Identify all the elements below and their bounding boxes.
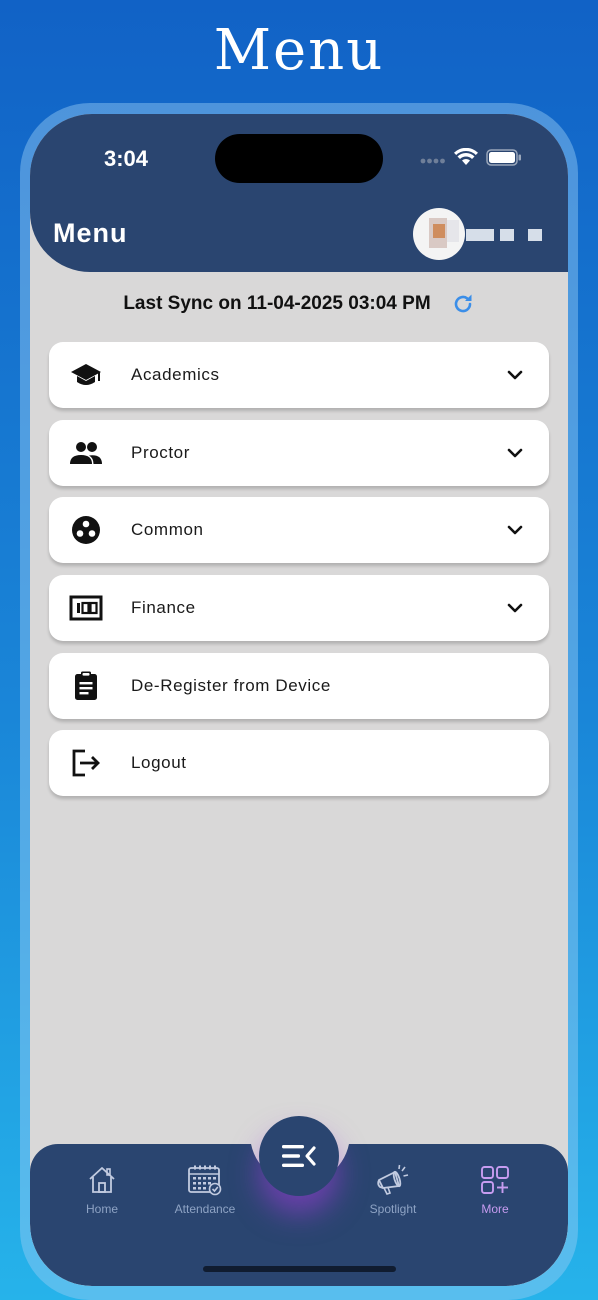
menu-list: Academics Proctor Common Finance De-Regi… <box>49 342 549 808</box>
circle-dots-icon <box>72 516 100 545</box>
page-heading: Menu <box>213 18 385 83</box>
menu-item-common[interactable]: Common <box>49 497 549 564</box>
chevron-down-icon[interactable] <box>505 365 525 385</box>
clipboard-icon <box>75 671 97 700</box>
menu-item-label: Finance <box>131 598 196 618</box>
nav-label: Spotlight <box>369 1202 417 1216</box>
menu-item-finance[interactable]: Finance <box>49 575 549 642</box>
nav-spotlight[interactable]: Spotlight <box>348 1164 438 1216</box>
dynamic-island <box>215 134 383 183</box>
menu-collapse-icon <box>282 1145 316 1167</box>
status-time: 3:04 <box>104 146 149 171</box>
chevron-down-icon[interactable] <box>505 520 525 540</box>
menu-item-label: Academics <box>131 365 220 384</box>
home-indicator <box>203 1266 396 1272</box>
blurred-user-name <box>466 229 494 241</box>
logout-icon <box>72 750 100 777</box>
chevron-down-icon[interactable] <box>505 443 525 463</box>
graduation-cap-icon <box>71 364 101 385</box>
menu-item-label: Proctor <box>131 442 190 462</box>
menu-item-proctor[interactable]: Proctor <box>49 419 549 486</box>
people-icon <box>70 441 102 464</box>
chevron-down-icon[interactable] <box>505 598 525 618</box>
sync-row: Last Sync on 11-04-2025 03:04 PM <box>30 292 568 316</box>
menu-item-label: Logout <box>131 753 187 773</box>
menu-item-label: Common <box>131 520 204 540</box>
blurred-user-name-2 <box>500 229 514 241</box>
menu-item-academics[interactable]: Academics <box>49 342 549 408</box>
megaphone-icon <box>377 1164 409 1195</box>
menu-item-deregister[interactable]: De-Register from Device <box>49 652 549 719</box>
last-sync-text: Last Sync on 11-04-2025 03:04 PM <box>123 293 431 314</box>
blurred-user-name-3 <box>528 229 542 241</box>
nav-label: Attendance <box>174 1202 236 1216</box>
nav-label: More <box>481 1202 509 1216</box>
battery-icon <box>486 148 522 170</box>
avatar[interactable] <box>413 208 465 260</box>
wifi-icon <box>454 147 478 170</box>
grid-plus-icon <box>481 1166 509 1194</box>
signal-icon <box>420 150 446 169</box>
nav-home[interactable]: Home <box>57 1164 147 1216</box>
nav-attendance[interactable]: Attendance <box>160 1164 250 1216</box>
header-title: Menu <box>53 218 128 248</box>
nav-more[interactable]: More <box>450 1164 540 1216</box>
menu-item-label: De-Register from Device <box>131 675 331 695</box>
nav-label: Home <box>85 1202 118 1216</box>
menu-fab-button[interactable] <box>259 1116 339 1196</box>
refresh-icon[interactable] <box>451 292 475 316</box>
status-icons <box>420 147 522 170</box>
phone-screen: 3:04 Menu Last Sync on 11-04-2025 03:04 … <box>30 114 568 1286</box>
calendar-check-icon <box>188 1165 222 1196</box>
finance-counter-icon <box>69 595 103 621</box>
home-icon <box>89 1167 115 1193</box>
menu-item-logout[interactable]: Logout <box>49 730 549 797</box>
